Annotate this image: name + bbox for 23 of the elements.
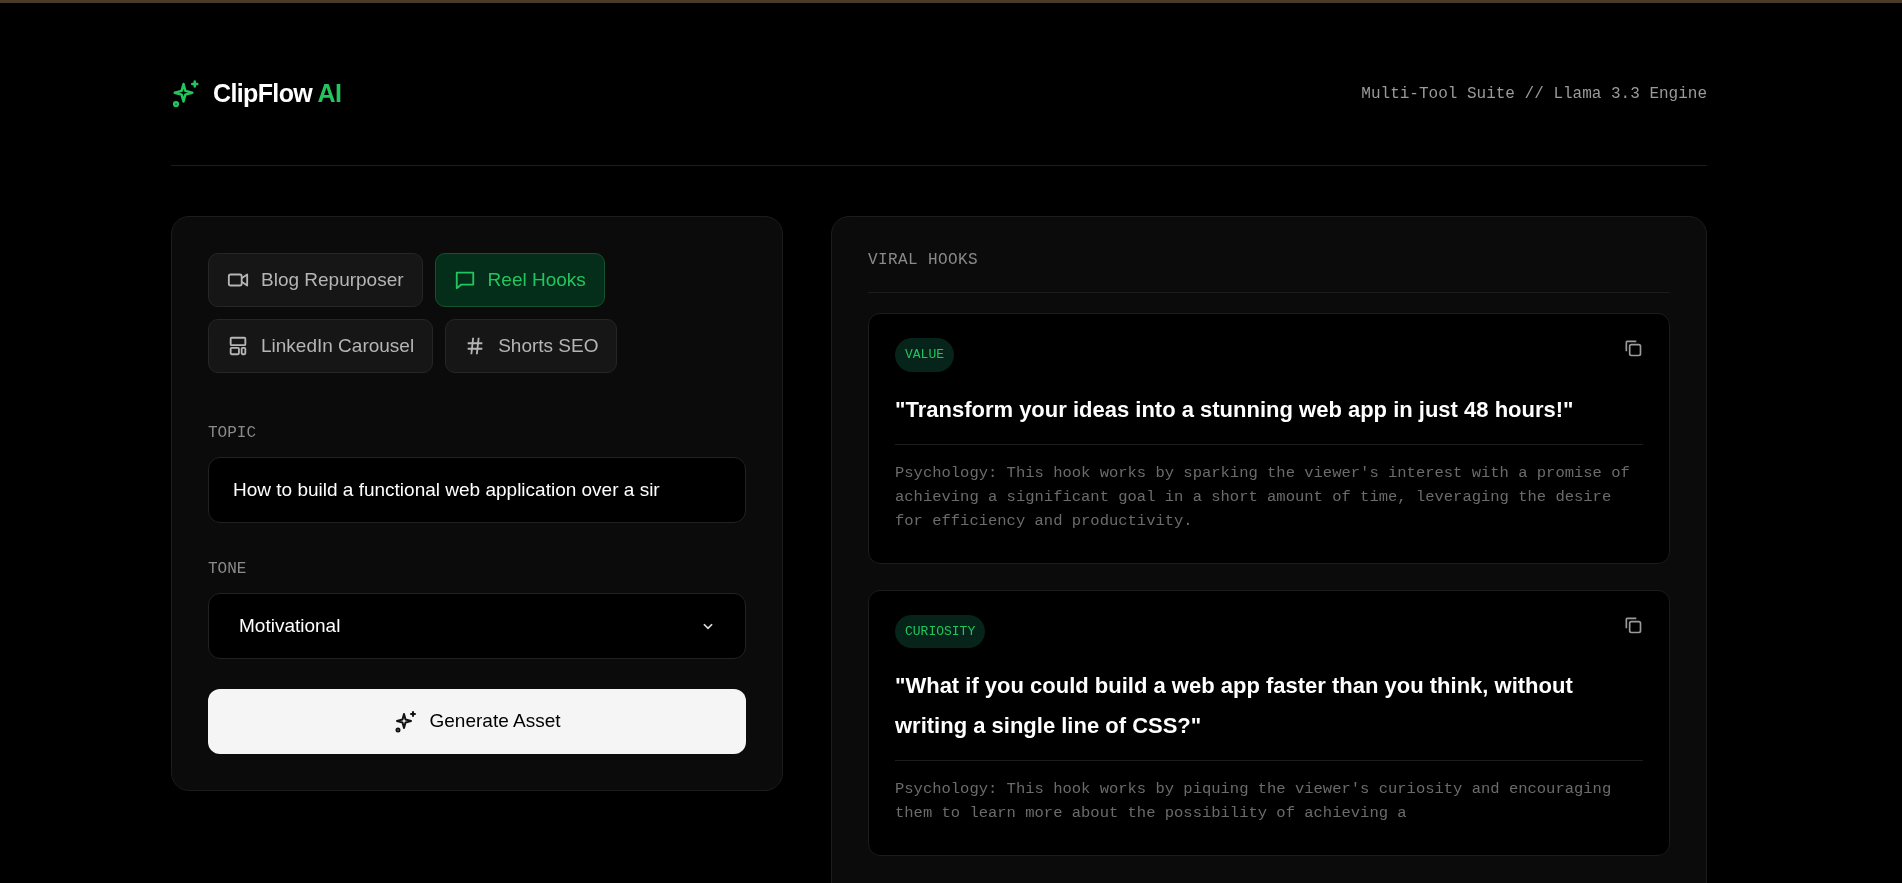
copy-icon[interactable]	[1623, 338, 1643, 358]
brand-name: ClipFlow AI	[213, 78, 342, 110]
sparkles-icon	[393, 709, 418, 734]
hook-tag: CURIOSITY	[895, 614, 986, 648]
psychology-text: Psychology: This hook works by piquing the viewer's curiosity and encouraging them to learn more about the possibility of achieving a	[895, 779, 1613, 824]
hook-tag: VALUE	[895, 338, 954, 372]
hook-text: "What if you could build a web app faster than you think, without writing a single line of CSS?"	[895, 666, 1643, 761]
topic-field[interactable]: How to build a functional web application over a sir	[208, 457, 746, 523]
chat-bubble-icon	[453, 269, 476, 291]
generate-button[interactable]: Generate Asset	[208, 689, 746, 754]
section-title: VIRAL HOOKS	[868, 251, 979, 269]
layout-icon	[227, 335, 249, 357]
engine-label: Multi-Tool Suite // Llama 3.3 Engine	[1361, 84, 1707, 105]
field-label: TONE	[208, 559, 248, 580]
tool-tab[interactable]: Blog Repurposer	[208, 253, 423, 307]
sparkles-icon	[171, 79, 201, 109]
tone-select[interactable]: Motivational	[208, 593, 746, 659]
psychology-text: Psychology: This hook works by sparking the viewer's interest with a promise of achieving a significant goal in a short amount of time, leveraging the desire for efficiency and productivity.	[895, 462, 1631, 532]
hook-text: "Transform your ideas into a stunning web app in just 48 hours!"	[895, 389, 1643, 445]
tool-tab[interactable]: LinkedIn Carousel	[208, 319, 434, 373]
field-label: TOPIC	[208, 423, 257, 444]
tool-tab[interactable]: Reel Hooks	[434, 253, 605, 307]
tool-tab[interactable]: Shorts SEO	[445, 319, 618, 373]
